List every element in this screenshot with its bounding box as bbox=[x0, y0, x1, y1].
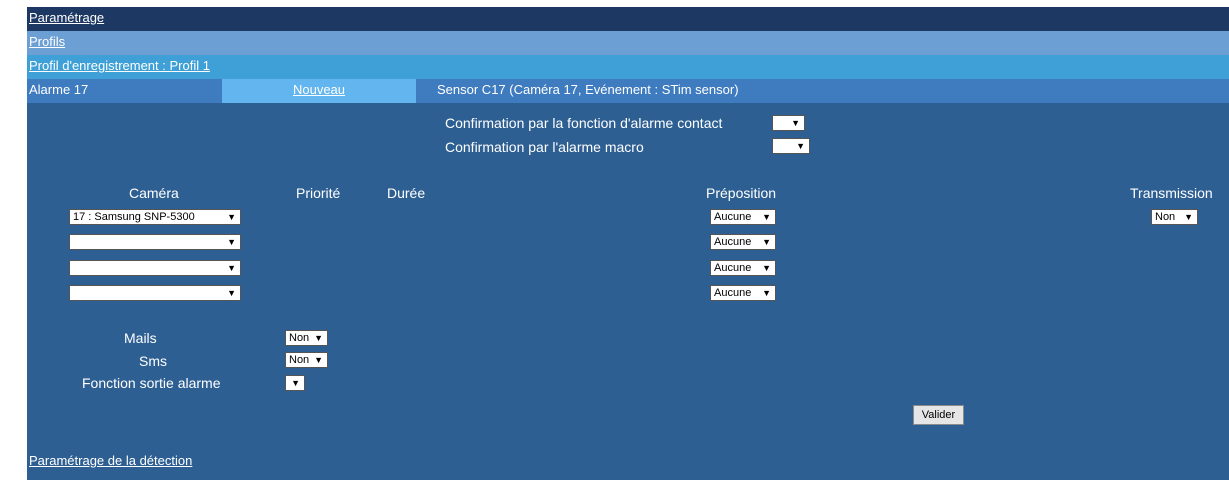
chevron-down-icon: ▼ bbox=[291, 378, 300, 388]
chevron-down-icon: ▼ bbox=[762, 212, 771, 222]
chevron-down-icon: ▼ bbox=[796, 141, 805, 151]
valider-button[interactable]: Valider bbox=[913, 405, 964, 425]
sensor-label: Sensor C17 (Caméra 17, Evénement : STim … bbox=[437, 82, 739, 97]
nouveau-link[interactable]: Nouveau bbox=[293, 82, 345, 97]
header-transmission: Transmission bbox=[1130, 185, 1213, 201]
chevron-down-icon: ▼ bbox=[762, 288, 771, 298]
preposition-select-1[interactable]: Aucune ▼ bbox=[710, 209, 776, 225]
preposition-select-2[interactable]: Aucune ▼ bbox=[710, 234, 776, 250]
confirmation-macro-label: Confirmation par l'alarme macro bbox=[445, 139, 644, 155]
sms-select[interactable]: Non ▼ bbox=[285, 352, 328, 368]
chevron-down-icon: ▼ bbox=[762, 263, 771, 273]
fonction-sortie-label: Fonction sortie alarme bbox=[82, 375, 221, 391]
camera-select-3[interactable]: ▼ bbox=[69, 260, 241, 276]
header-camera: Caméra bbox=[129, 185, 179, 201]
chevron-down-icon: ▼ bbox=[1184, 212, 1193, 222]
sms-label: Sms bbox=[139, 353, 167, 369]
chevron-down-icon: ▼ bbox=[227, 237, 236, 247]
confirmation-contact-label: Confirmation par la fonction d'alarme co… bbox=[445, 115, 723, 131]
chevron-down-icon: ▼ bbox=[314, 355, 323, 365]
chevron-down-icon: ▼ bbox=[227, 263, 236, 273]
chevron-down-icon: ▼ bbox=[762, 237, 771, 247]
parametrage-link[interactable]: Paramétrage bbox=[29, 10, 104, 25]
header-preposition: Préposition bbox=[706, 185, 777, 201]
camera-select-1[interactable]: 17 : Samsung SNP-5300 ▼ bbox=[69, 209, 241, 225]
nouveau-tab[interactable]: Nouveau bbox=[222, 79, 416, 103]
nav-bar-profil-enregistrement: Profil d'enregistrement : Profil 1 bbox=[27, 55, 1229, 79]
preposition-select-4[interactable]: Aucune ▼ bbox=[710, 285, 776, 301]
profil-enregistrement-link[interactable]: Profil d'enregistrement : Profil 1 bbox=[29, 58, 210, 73]
preposition-select-3[interactable]: Aucune ▼ bbox=[710, 260, 776, 276]
camera-select-4[interactable]: ▼ bbox=[69, 285, 241, 301]
fonction-sortie-select[interactable]: ▼ bbox=[285, 375, 305, 391]
chevron-down-icon: ▼ bbox=[227, 212, 236, 222]
chevron-down-icon: ▼ bbox=[227, 288, 236, 298]
parametrage-detection-link[interactable]: Paramétrage de la détection bbox=[29, 453, 192, 468]
nav-bar-parametrage: Paramétrage bbox=[27, 7, 1229, 31]
chevron-down-icon: ▼ bbox=[791, 118, 800, 128]
mails-label: Mails bbox=[124, 330, 157, 346]
alarm-label: Alarme 17 bbox=[29, 82, 89, 97]
mails-select[interactable]: Non ▼ bbox=[285, 330, 328, 346]
transmission-select[interactable]: Non ▼ bbox=[1151, 209, 1198, 225]
camera-select-2[interactable]: ▼ bbox=[69, 234, 241, 250]
profils-link[interactable]: Profils bbox=[29, 34, 65, 49]
alarm-bar: Alarme 17 Nouveau Sensor C17 (Caméra 17,… bbox=[27, 79, 1229, 103]
nav-bar-profils: Profils bbox=[27, 31, 1229, 55]
header-duree: Durée bbox=[387, 185, 426, 201]
confirmation-contact-select[interactable]: ▼ bbox=[772, 115, 805, 131]
chevron-down-icon: ▼ bbox=[314, 333, 323, 343]
header-priorite: Priorité bbox=[296, 185, 341, 201]
confirmation-macro-select[interactable]: ▼ bbox=[772, 138, 810, 154]
alarm-config-panel: Paramétrage Profils Profil d'enregistrem… bbox=[27, 7, 1229, 480]
